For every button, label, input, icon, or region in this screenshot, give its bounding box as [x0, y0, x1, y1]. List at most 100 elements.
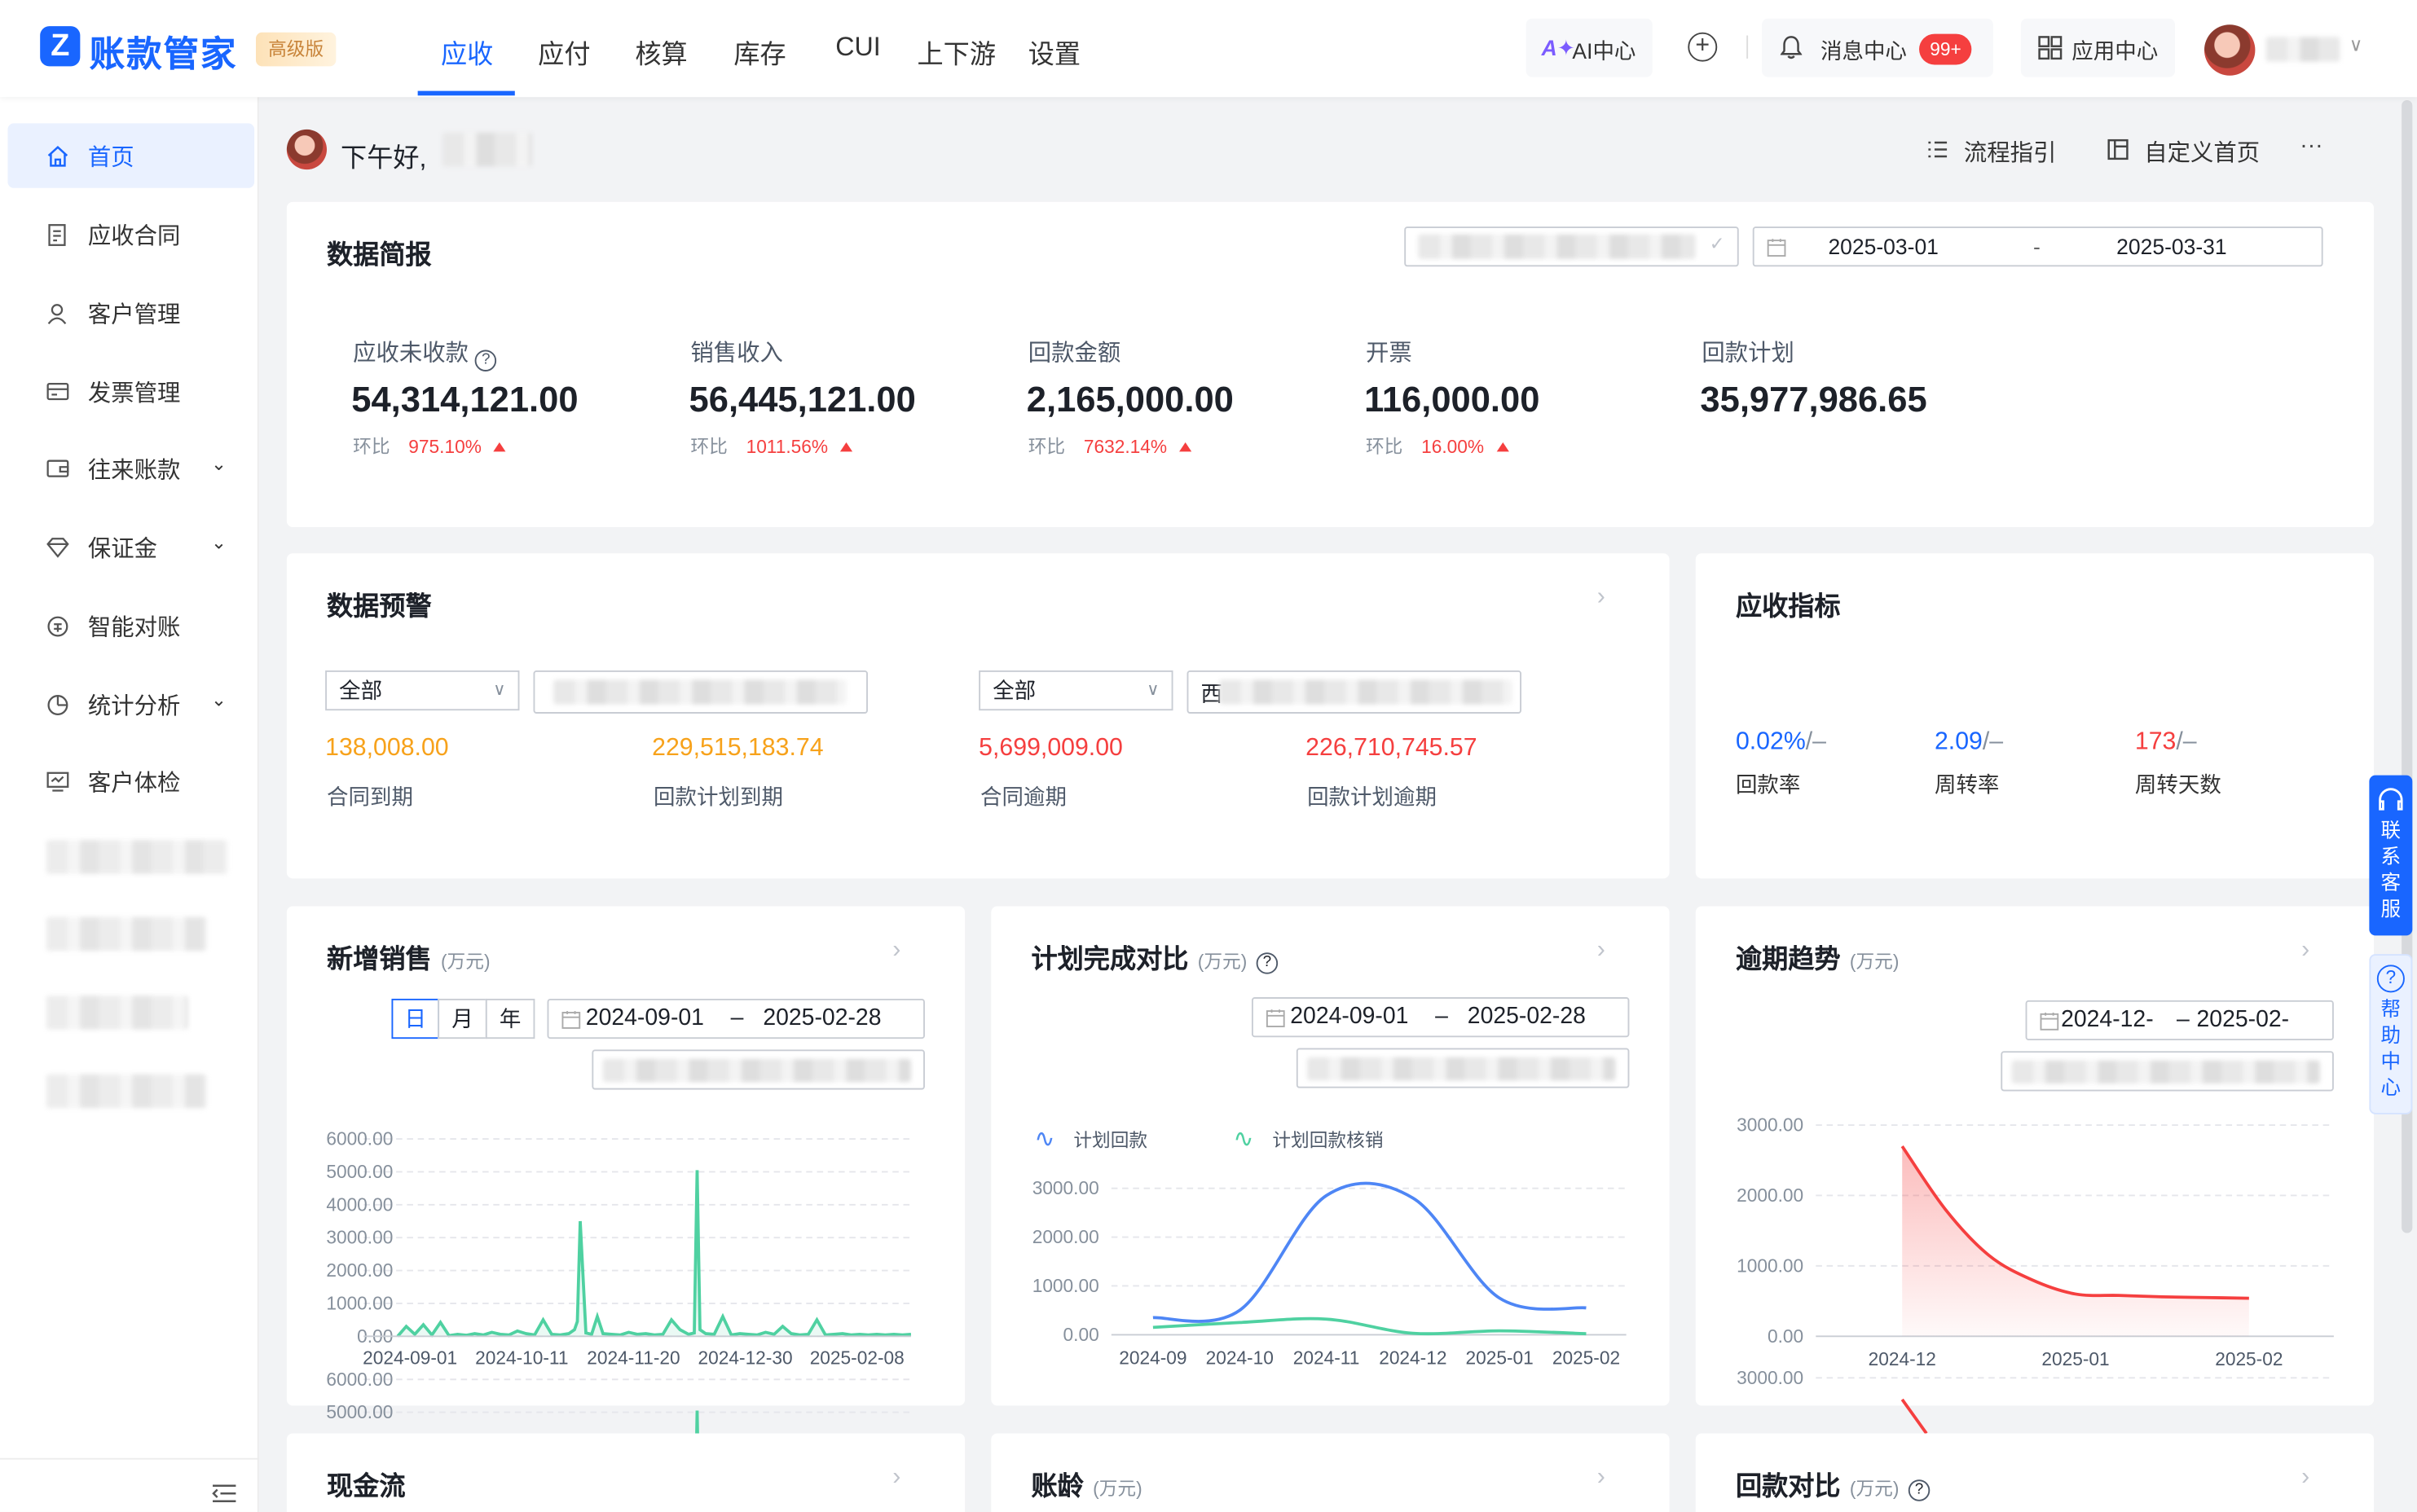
warning-filter-2[interactable]: 全部 ∨	[979, 670, 1173, 711]
indicator-suffix: /–	[2176, 728, 2197, 756]
warning-filter-1[interactable]: 全部 ∨	[325, 670, 520, 711]
sidebar-item-accounts[interactable]: 往来账款 ⌄	[7, 436, 254, 500]
sales-scope-select[interactable]	[592, 1049, 925, 1090]
y-tick-label: 0.00	[1063, 1324, 1099, 1345]
chevron-down-icon: ⌄	[211, 531, 227, 554]
redacted-value	[2011, 1060, 2320, 1084]
nav-tab-updown[interactable]: 上下游	[918, 33, 996, 71]
nav-tab-inventory[interactable]: 库存	[733, 33, 786, 71]
warning-contract-overdue-label: 合同逾期	[980, 784, 1067, 810]
ai-center-button[interactable]: A✦ AI中心	[1525, 18, 1653, 77]
chevron-right-icon[interactable]: ›	[1597, 1464, 1605, 1492]
diamond-icon	[45, 534, 69, 559]
redacted-value	[553, 679, 847, 705]
sidebar-item-redacted[interactable]	[46, 916, 207, 952]
chevron-right-icon[interactable]: ›	[2301, 1464, 2309, 1492]
sidebar-item-invoices[interactable]: 发票管理	[7, 359, 254, 424]
ratio-value: 975.10%	[408, 436, 482, 458]
summary-date-to: 2025-03-31	[2116, 234, 2227, 259]
help-icon[interactable]: ?	[474, 349, 497, 371]
more-options-icon[interactable]: ···	[2300, 133, 2322, 159]
sidebar-item-contracts[interactable]: 应收合同	[7, 202, 254, 266]
y-tick-label: 2000.00	[326, 1259, 393, 1281]
contact-service-tab[interactable]: 联系客服	[2369, 775, 2413, 936]
sidebar-item-label: 应收合同	[87, 223, 181, 250]
sidebar-item-redacted[interactable]	[46, 1074, 207, 1109]
plan-scope-select[interactable]	[1296, 1048, 1630, 1088]
sidebar-item-redacted[interactable]	[46, 840, 228, 874]
redacted-value	[602, 1058, 911, 1083]
help-icon[interactable]: ?	[1908, 1479, 1931, 1501]
chevron-right-icon[interactable]: ›	[2301, 937, 2309, 965]
indicator-turnover-rate: 2.09/–	[1935, 729, 2003, 757]
help-center-tab[interactable]: ? 帮助中心	[2369, 954, 2413, 1114]
sidebar-item-customers[interactable]: 客户管理	[7, 280, 254, 345]
message-center-button[interactable]: 消息中心 99+	[1762, 18, 1993, 77]
chevron-right-icon[interactable]: ›	[1597, 584, 1605, 612]
help-circle-icon: ?	[2376, 965, 2405, 993]
app-center-button[interactable]: 应用中心	[2020, 18, 2176, 77]
logo-icon: Z	[40, 26, 81, 67]
cashflow-title: 现金流	[327, 1471, 406, 1501]
plan-series-line-0	[1152, 1181, 1587, 1323]
date-separator: -	[2033, 234, 2041, 259]
add-icon[interactable]: +	[1688, 32, 1718, 62]
chevron-right-icon[interactable]: ›	[892, 937, 900, 965]
sales-granularity-day[interactable]: 日	[391, 998, 440, 1040]
kpi-sales-value: 56,445,121.00	[689, 379, 916, 420]
chevron-down-icon: ∨	[1147, 681, 1160, 700]
nav-tab-cui[interactable]: CUI	[835, 33, 880, 64]
sales-granularity-year[interactable]: 年	[485, 998, 535, 1040]
monitor-icon	[45, 769, 69, 793]
ai-icon: A✦	[1541, 35, 1575, 60]
chevron-right-icon[interactable]: ›	[892, 1464, 900, 1492]
sales-date-range[interactable]: 2024-09-01 – 2025-02-28	[547, 998, 925, 1040]
greeting-avatar	[286, 129, 328, 170]
ghost-y-tick-label: 5000.00	[326, 1401, 393, 1422]
sales-line	[396, 1170, 912, 1338]
warning-plan-due-value[interactable]: 229,515,183.74	[652, 735, 823, 763]
warning-plan-overdue-value[interactable]: 226,710,745.57	[1305, 735, 1477, 763]
plan-date-range[interactable]: 2024-09-01 – 2025-02-28	[1251, 997, 1630, 1038]
collapse-menu-icon[interactable]	[211, 1483, 237, 1504]
sidebar-item-reconcile[interactable]: 智能对账	[7, 593, 254, 657]
warning-scope-select-2[interactable]: 西	[1186, 670, 1522, 714]
indicator-turnover-rate-label: 周转率	[1934, 771, 2000, 798]
sidebar-item-redacted[interactable]	[46, 996, 188, 1030]
top-bar: Z 账款管家 高级版 应收 应付 核算 库存 CUI 上下游 设置 A✦ AI中…	[0, 0, 2417, 98]
up-arrow-icon	[840, 442, 853, 452]
sidebar-item-home[interactable]: 首页	[7, 123, 255, 188]
compare-title-text: 回款对比	[1735, 1471, 1841, 1501]
user-menu-chevron-icon[interactable]: ∨	[2349, 34, 2363, 55]
x-tick-label: 2025-02	[2215, 1348, 2283, 1369]
user-avatar[interactable]	[2203, 24, 2256, 76]
warning-contract-due-value[interactable]: 138,008.00	[325, 735, 448, 763]
sidebar-item-label: 客户管理	[87, 301, 181, 328]
warning-contract-overdue-value[interactable]: 5,699,009.00	[979, 735, 1123, 763]
x-tick-label: 2024-12-30	[698, 1347, 793, 1368]
sales-granularity-month[interactable]: 月	[438, 998, 487, 1040]
nav-tab-settings[interactable]: 设置	[1028, 33, 1081, 71]
plan-legend-2[interactable]: ∿ 计划回款核销	[1233, 1123, 1383, 1154]
chevron-down-icon: ⌄	[211, 453, 227, 475]
overdue-date-from: 2024-12-	[2061, 1006, 2154, 1033]
sidebar-item-label: 客户体检	[87, 770, 181, 798]
summary-date-range[interactable]: 2025-03-01 - 2025-03-31	[1752, 226, 2323, 267]
unit-label: (万元)	[1093, 1478, 1142, 1500]
nav-tab-payable[interactable]: 应付	[538, 33, 590, 71]
nav-tab-accounting[interactable]: 核算	[635, 33, 687, 71]
nav-tab-receivable[interactable]: 应收	[441, 33, 493, 71]
overdue-date-range[interactable]: 2024-12- – 2025-02-	[2025, 1000, 2334, 1041]
warning-scope-select-1[interactable]	[533, 670, 868, 714]
x-tick-label: 2024-11	[1293, 1347, 1360, 1368]
sidebar-item-analytics[interactable]: 统计分析 ⌄	[7, 672, 254, 736]
overdue-scope-select[interactable]	[2001, 1051, 2334, 1092]
plan-legend-1[interactable]: ∿ 计划回款	[1034, 1123, 1147, 1154]
org-select[interactable]: ✓	[1404, 226, 1739, 267]
y-tick-label: 3000.00	[1737, 1114, 1803, 1136]
help-icon[interactable]: ?	[1256, 952, 1279, 974]
sidebar-item-deposit[interactable]: 保证金 ⌄	[7, 515, 254, 579]
chevron-right-icon[interactable]: ›	[1597, 937, 1605, 965]
kpi-collection-label: 回款金额	[1028, 341, 1121, 367]
sidebar-item-checkup[interactable]: 客户体检	[7, 749, 254, 813]
